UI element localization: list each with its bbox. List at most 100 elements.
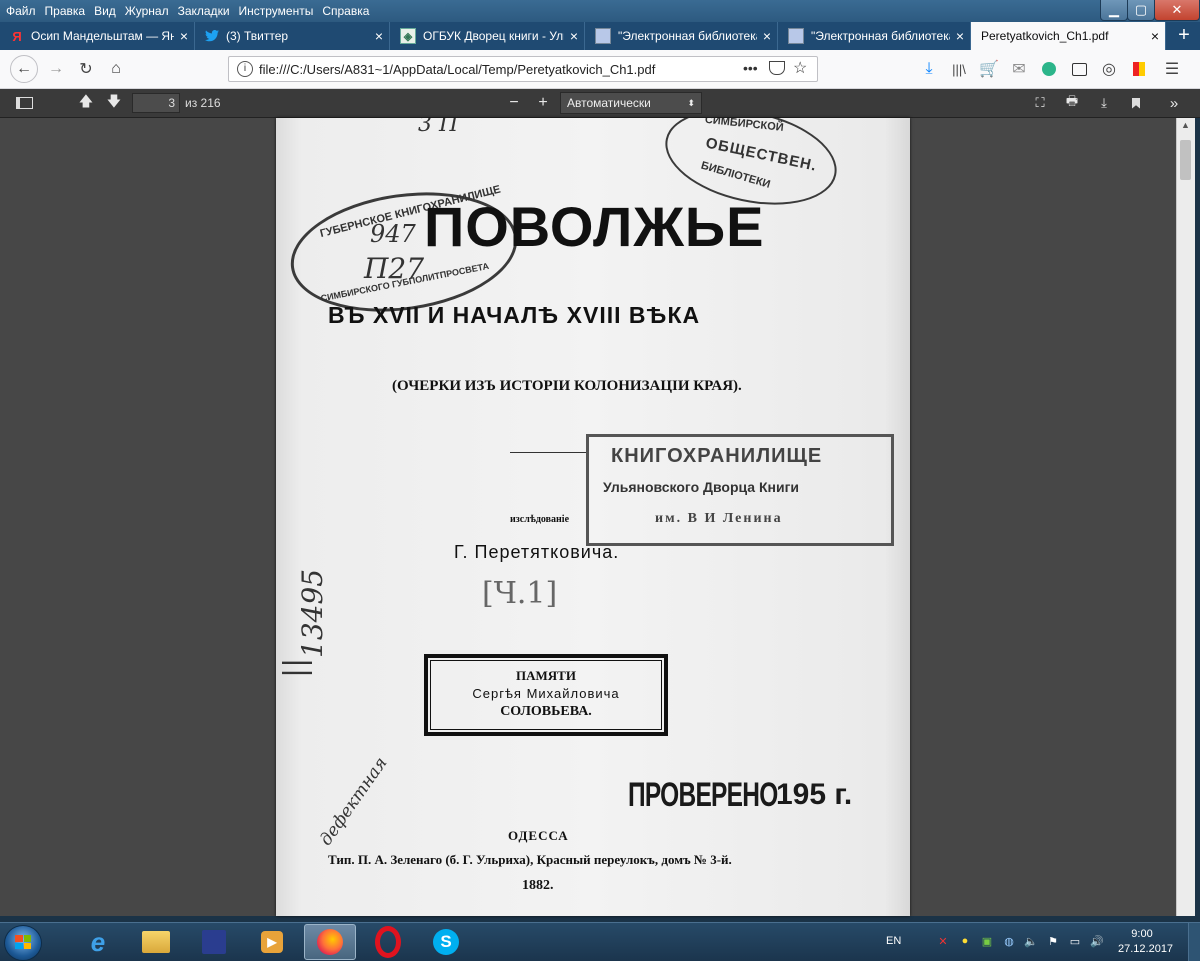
taskbar-opera[interactable] xyxy=(362,924,414,960)
bookmark-ext-icon xyxy=(1133,62,1145,76)
tray-nvidia-icon[interactable]: ▣ xyxy=(980,934,994,948)
presentation-mode-button[interactable]: ⛶ xyxy=(1028,92,1052,114)
tab-title: ОГБУК Дворец книги - Уль xyxy=(423,29,564,43)
tray-volume-icon[interactable]: 🔈 xyxy=(1024,934,1038,948)
reload-button[interactable]: ↻ xyxy=(72,55,100,83)
tab-e-library-1[interactable]: "Электронная библиотека × xyxy=(585,22,778,50)
hamburger-icon: ☰ xyxy=(1164,61,1180,78)
tools-button[interactable]: » xyxy=(1162,92,1186,114)
tab-title: "Электронная библиотека xyxy=(618,29,757,43)
sync-button[interactable]: ◎ xyxy=(1095,55,1123,83)
zoom-out-button[interactable]: − xyxy=(502,92,526,114)
zoom-in-button[interactable]: + xyxy=(531,92,555,114)
doc-title: ПОВОЛЖЬЕ xyxy=(424,195,765,258)
scroll-up-icon[interactable]: ▲ xyxy=(1181,120,1190,130)
tab-twitter[interactable]: (3) Твиттер × xyxy=(195,22,390,50)
star-icon[interactable]: ☆ xyxy=(793,58,807,78)
select-arrows-icon: ⬍ xyxy=(687,98,695,108)
tab-e-library-2[interactable]: "Электронная библиотека × xyxy=(778,22,971,50)
tab-close-icon[interactable]: × xyxy=(757,28,777,44)
sidebar-toggle-button[interactable] xyxy=(12,92,36,114)
show-desktop-button[interactable] xyxy=(1188,923,1200,961)
folder-icon xyxy=(142,931,170,953)
menu-bookmarks[interactable]: Закладки xyxy=(178,4,230,18)
tab-dvorets-knigi[interactable]: ◈ ОГБУК Дворец книги - Уль × xyxy=(390,22,585,50)
reload-icon: ↻ xyxy=(79,61,93,78)
taskbar-skype[interactable]: S xyxy=(420,924,472,960)
library-button[interactable]: |||\ xyxy=(945,55,973,83)
scrollbar-thumb[interactable] xyxy=(1180,140,1191,180)
start-button[interactable] xyxy=(4,925,42,961)
page-actions-icon[interactable]: ••• xyxy=(743,60,758,76)
pocket-icon[interactable] xyxy=(769,61,785,75)
maximize-button[interactable]: ▢ xyxy=(1127,0,1155,21)
tray-network-icon[interactable]: ◍ xyxy=(1002,934,1016,948)
clock[interactable]: 9:00 27.12.2017 xyxy=(1118,927,1174,957)
taskbar-ie[interactable]: e xyxy=(72,924,124,960)
info-icon[interactable]: i xyxy=(237,61,253,77)
menu-tools[interactable]: Инструменты xyxy=(239,4,314,18)
menu-button[interactable]: ☰ xyxy=(1158,55,1186,83)
handwritten-code: П27 xyxy=(364,252,425,285)
forward-button[interactable]: → xyxy=(42,55,70,83)
rect-stamp: КНИГОХРАНИЛИЩЕ Ульяновского Дворца Книги… xyxy=(586,434,894,546)
navigation-bar: ← → ↻ ⌂ i file:///C:/Users/A831~1/AppDat… xyxy=(0,50,1200,89)
tab-strip: Я Осип Мандельштам — Янд × (3) Твиттер ×… xyxy=(0,22,1200,50)
mail-button[interactable]: ✉ xyxy=(1005,55,1033,83)
tray-display-icon[interactable]: ▭ xyxy=(1068,934,1082,948)
tray-yellow-icon[interactable]: ● xyxy=(958,934,972,948)
taskbar-save-app[interactable] xyxy=(188,924,240,960)
tab-close-icon[interactable]: × xyxy=(369,28,389,44)
tab-title: Peretyatkovich_Ch1.pdf xyxy=(981,29,1109,43)
address-bar[interactable]: i file:///C:/Users/A831~1/AppData/Local/… xyxy=(228,56,818,82)
taskbar-firefox[interactable] xyxy=(304,924,356,960)
home-icon: ⌂ xyxy=(111,60,121,77)
clock-time: 9:00 xyxy=(1131,928,1153,940)
doc-subtitle: ВЪ XVII И НАЧАЛѢ XVIII ВѢКА xyxy=(328,302,701,328)
arrow-right-icon: → xyxy=(48,60,64,77)
next-page-button[interactable]: 🡇 xyxy=(102,92,126,114)
bookmark-ext-button[interactable] xyxy=(1125,55,1153,83)
cart-button[interactable]: 🛒 xyxy=(975,55,1003,83)
previous-page-button[interactable]: 🡅 xyxy=(74,92,98,114)
tray-antivirus-icon[interactable]: ✕ xyxy=(936,934,950,948)
minimize-button[interactable]: ▁ xyxy=(1100,0,1128,21)
home-button[interactable]: ⌂ xyxy=(102,55,130,83)
tab-mandelstam[interactable]: Я Осип Мандельштам — Янд × xyxy=(0,22,195,50)
windows-logo-icon xyxy=(15,935,31,949)
menu-help[interactable]: Справка xyxy=(322,4,369,18)
clock-date: 27.12.2017 xyxy=(1118,943,1174,955)
arrow-up-icon: 🡅 xyxy=(78,93,94,109)
skype-icon: S xyxy=(433,929,459,955)
menu-history[interactable]: Журнал xyxy=(125,4,169,18)
tab-close-icon[interactable]: × xyxy=(950,28,970,44)
downloads-button[interactable]: ⤓ xyxy=(915,55,943,83)
bookmark-button[interactable] xyxy=(1124,92,1148,114)
handwritten-note: дефектная xyxy=(316,753,392,850)
tray-flag-icon[interactable]: ⚑ xyxy=(1046,934,1060,948)
cart-icon: 🛒 xyxy=(979,61,999,78)
taskbar-media-player[interactable]: ▶ xyxy=(246,924,298,960)
taskbar-explorer[interactable] xyxy=(130,924,182,960)
tab-pdf-active[interactable]: Peretyatkovich_Ch1.pdf × xyxy=(971,22,1166,50)
close-window-button[interactable]: ✕ xyxy=(1154,0,1200,21)
tab-close-icon[interactable]: × xyxy=(564,28,584,44)
new-tab-button[interactable]: + xyxy=(1172,22,1196,50)
print-button[interactable]: 🖶 xyxy=(1060,92,1084,114)
reader-button[interactable] xyxy=(1065,55,1093,83)
url-text[interactable]: file:///C:/Users/A831~1/AppData/Local/Te… xyxy=(259,62,655,77)
save-button[interactable]: ⤓ xyxy=(1092,92,1116,114)
menu-view[interactable]: Вид xyxy=(94,4,116,18)
menu-edit[interactable]: Правка xyxy=(45,4,86,18)
language-indicator[interactable]: EN xyxy=(886,935,901,947)
page-number-input[interactable]: 3 xyxy=(132,93,180,113)
menu-file[interactable]: Файл xyxy=(6,4,36,18)
tray-sound-icon[interactable]: 🔊 xyxy=(1090,934,1104,948)
back-button[interactable]: ← xyxy=(10,55,38,83)
zoom-select[interactable]: Автоматически ⬍ xyxy=(560,92,702,114)
extension-green-button[interactable] xyxy=(1035,55,1063,83)
vertical-scrollbar[interactable]: ▲ xyxy=(1176,118,1195,916)
tab-close-icon[interactable]: × xyxy=(1145,28,1165,44)
tab-close-icon[interactable]: × xyxy=(174,28,194,44)
sidebar-icon xyxy=(15,97,33,109)
